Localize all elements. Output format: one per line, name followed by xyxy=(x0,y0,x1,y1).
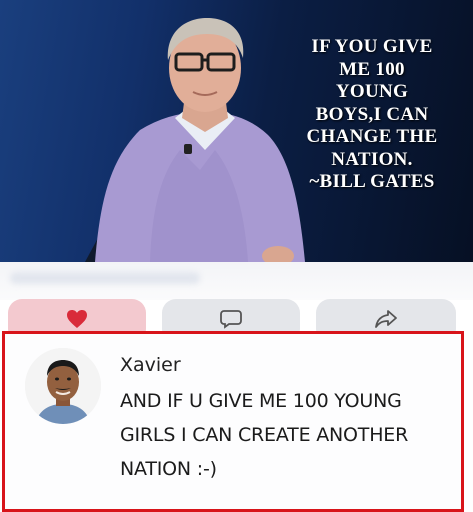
avatar[interactable] xyxy=(25,348,101,424)
post-image[interactable]: IF YOU GIVE ME 100 YOUNG BOYS,I CAN CHAN… xyxy=(0,0,473,262)
highlighted-comment: Xavier AND IF U GIVE ME 100 YOUNG GIRLS … xyxy=(2,331,464,512)
post-caption-blur xyxy=(0,262,473,300)
comment-text: AND IF U GIVE ME 100 YOUNG GIRLS I CAN C… xyxy=(120,390,409,480)
avatar-photo xyxy=(25,348,101,424)
quote-text: IF YOU GIVE ME 100 YOUNG BOYS,I CAN CHAN… xyxy=(306,36,438,192)
heart-icon xyxy=(67,310,87,328)
blurred-text xyxy=(10,272,200,284)
comment-author[interactable]: Xavier xyxy=(120,354,181,376)
comment-icon xyxy=(220,310,242,329)
share-icon xyxy=(375,310,397,328)
